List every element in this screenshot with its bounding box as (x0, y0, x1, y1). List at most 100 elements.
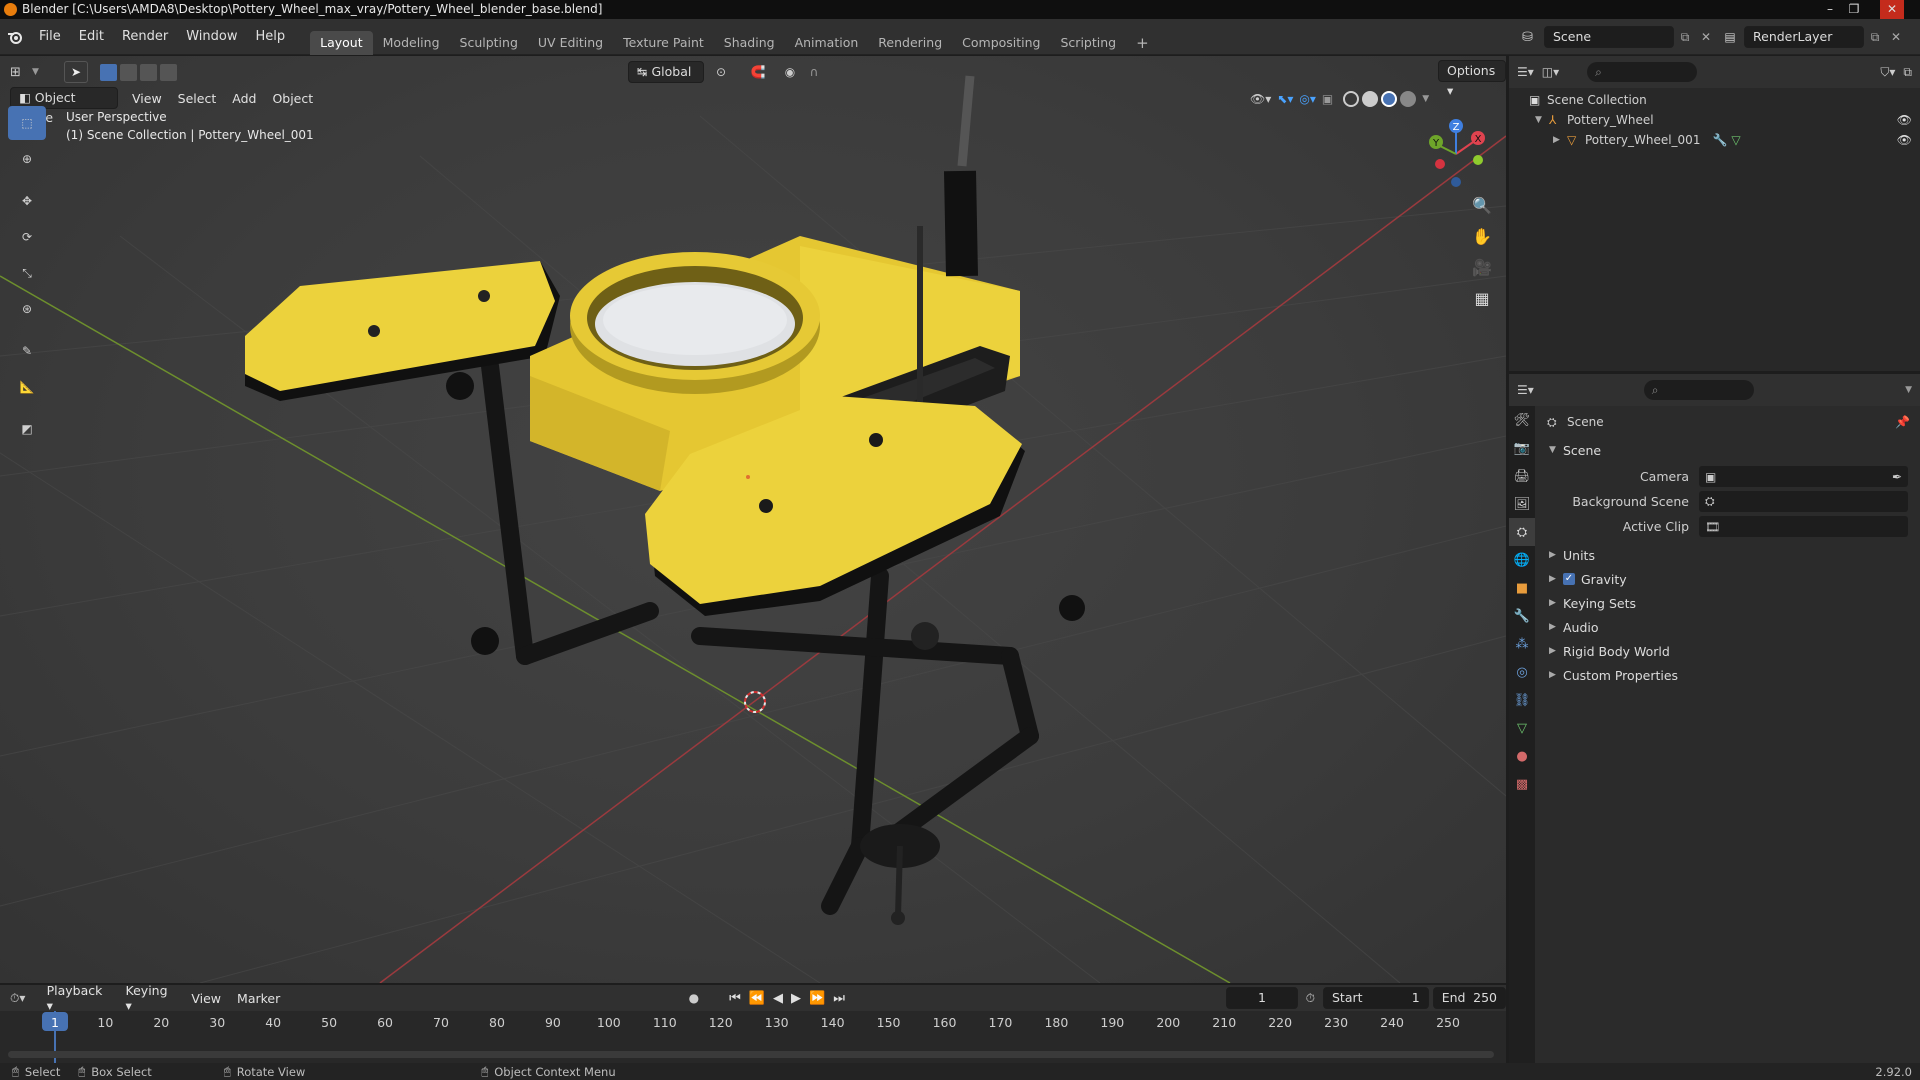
visibility-icon[interactable]: 👁▾ (1250, 92, 1271, 106)
tab-rendering[interactable]: Rendering (868, 31, 952, 55)
new-layer-icon[interactable]: ⧉ (1864, 30, 1886, 45)
xray-toggle-icon[interactable]: ▣ (1322, 92, 1333, 106)
modifier-tab-icon[interactable]: 🔧 (1509, 602, 1535, 630)
delete-scene-icon[interactable]: ✕ (1696, 30, 1716, 44)
gravity-checkbox[interactable]: ✓ (1563, 573, 1575, 585)
tab-scripting[interactable]: Scripting (1051, 31, 1127, 55)
expand-right-icon[interactable]: ▶ (1553, 135, 1567, 145)
material-preview-icon[interactable] (1381, 91, 1398, 107)
annotate-tool-icon[interactable]: ✎ (8, 334, 46, 368)
blender-menu-icon[interactable] (0, 19, 30, 55)
properties-editor-icon[interactable]: ☰▾ (1517, 383, 1534, 397)
add-cube-tool-icon[interactable]: ◩ (8, 412, 46, 446)
audio-panel-header[interactable]: ▶ Audio (1539, 615, 1920, 639)
3d-viewport[interactable]: ⊞ ▼ ➤ ↹ Global ⊙ 🧲 ◉ ∩ Options ▾ ◧ Objec… (0, 56, 1506, 983)
menu-view[interactable]: View (124, 91, 170, 106)
scene-panel-header[interactable]: ▼ Scene (1539, 438, 1920, 462)
view-layer-tab-icon[interactable]: 🖼 (1509, 490, 1535, 518)
camera-view-icon[interactable]: 🎥 (1467, 252, 1497, 282)
scene-selector-icon[interactable]: ⛁ (1522, 30, 1544, 45)
active-clip-field[interactable]: 🎞 (1699, 516, 1908, 537)
world-tab-icon[interactable]: 🌐 (1509, 546, 1535, 574)
menu-file[interactable]: File (30, 19, 70, 55)
visibility-eye-icon[interactable]: 👁 (1897, 113, 1912, 127)
tab-uv-editing[interactable]: UV Editing (528, 31, 613, 55)
select-box-tool-icon[interactable]: ⬚ (8, 106, 46, 140)
data-tab-icon[interactable]: ▽ (1509, 714, 1535, 742)
transform-orientation-dropdown[interactable]: ↹ Global (628, 61, 704, 83)
properties-search-input[interactable]: ⌕ (1643, 380, 1754, 400)
tab-compositing[interactable]: Compositing (952, 31, 1050, 55)
solid-shading-icon[interactable] (1362, 91, 1379, 107)
proportional-edit-icon[interactable]: ◉ (778, 65, 802, 79)
pin-icon[interactable]: 📌 (1895, 415, 1910, 429)
menu-window[interactable]: Window (177, 19, 246, 55)
outliner-item-pottery-wheel-001[interactable]: ▶ ▽ Pottery_Wheel_001 🔧 ▽ 👁 (1509, 130, 1920, 150)
falloff-icon[interactable]: ∩ (802, 65, 826, 79)
select-mode-icon[interactable]: ➤ (64, 61, 88, 83)
navigation-gizmo[interactable]: X Z Y (1420, 114, 1492, 194)
physics-tab-icon[interactable]: ◎ (1509, 658, 1535, 686)
select-subtract-icon[interactable] (140, 63, 157, 81)
menu-help[interactable]: Help (247, 19, 295, 55)
select-intersect-icon[interactable] (160, 63, 177, 81)
delete-layer-icon[interactable]: ✕ (1886, 30, 1906, 44)
options-dropdown[interactable]: Options ▾ (1438, 60, 1506, 98)
menu-edit[interactable]: Edit (70, 19, 113, 55)
chevron-down-icon[interactable]: ▼ (32, 67, 50, 77)
render-tab-icon[interactable]: 📷 (1509, 434, 1535, 462)
chevron-down-icon[interactable]: ▼ (1905, 385, 1912, 395)
timeline-scrollbar[interactable] (8, 1051, 1494, 1058)
outliner-editor-icon[interactable]: ☰▾ (1517, 65, 1534, 79)
menu-object[interactable]: Object (264, 91, 321, 106)
measure-tool-icon[interactable]: 📐 (8, 370, 46, 404)
tab-sculpting[interactable]: Sculpting (450, 31, 528, 55)
shading-options-chevron-icon[interactable]: ▼ (1422, 94, 1429, 104)
editor-type-icon[interactable]: ⊞ (10, 65, 32, 80)
filter-icon[interactable]: ⛉▾ (1880, 65, 1895, 80)
menu-select[interactable]: Select (170, 91, 225, 106)
tab-modeling[interactable]: Modeling (373, 31, 450, 55)
custom-properties-panel-header[interactable]: ▶ Custom Properties (1539, 663, 1920, 687)
add-workspace-button[interactable]: + (1126, 31, 1159, 55)
tab-layout[interactable]: Layout (310, 30, 373, 55)
rigid-body-world-panel-header[interactable]: ▶ Rigid Body World (1539, 639, 1920, 663)
snap-icon[interactable]: 🧲 (738, 65, 778, 79)
background-scene-field[interactable]: ⛭ (1699, 491, 1908, 512)
select-extend-icon[interactable] (120, 63, 137, 81)
modifier-wrench-icon[interactable]: 🔧 (1712, 133, 1727, 147)
scene-tab-icon[interactable]: ⛭ (1509, 518, 1535, 546)
timeline-ruler[interactable]: 1 10 20 30 40 50 60 70 80 90 100 110 120 130 140 150 160… (0, 985, 1506, 1063)
new-scene-icon[interactable]: ⧉ (1674, 30, 1696, 45)
scale-tool-icon[interactable]: ⤡ (8, 256, 46, 290)
close-button[interactable]: ✕ (1880, 0, 1904, 19)
texture-tab-icon[interactable]: ▩ (1509, 770, 1535, 798)
render-layer-field[interactable]: RenderLayer (1744, 26, 1864, 48)
transform-tool-icon[interactable]: ⊛ (8, 292, 46, 326)
keying-sets-panel-header[interactable]: ▶ Keying Sets (1539, 591, 1920, 615)
outliner-search-input[interactable]: ⌕ (1587, 62, 1698, 82)
display-mode-icon[interactable]: ◫▾ (1542, 65, 1559, 79)
maximize-button[interactable]: ❐ (1842, 0, 1866, 19)
cursor-tool-icon[interactable]: ⊕ (8, 142, 46, 176)
outliner-root-row[interactable]: ▣ Scene Collection (1509, 90, 1920, 110)
pan-hand-icon[interactable]: ✋ (1467, 221, 1497, 251)
tab-shading[interactable]: Shading (714, 31, 785, 55)
expand-down-icon[interactable]: ▼ (1535, 115, 1549, 125)
tab-texture-paint[interactable]: Texture Paint (613, 31, 714, 55)
select-new-icon[interactable] (100, 63, 117, 81)
rendered-shading-icon[interactable] (1400, 91, 1417, 107)
rotate-tool-icon[interactable]: ⟳ (8, 220, 46, 254)
units-panel-header[interactable]: ▶ Units (1539, 543, 1920, 567)
menu-render[interactable]: Render (113, 19, 177, 55)
mesh-data-icon[interactable]: ▽ (1731, 133, 1740, 147)
pivot-point-icon[interactable]: ⊙ (704, 65, 738, 79)
perspective-toggle-icon[interactable]: ▦ (1467, 283, 1497, 313)
constraints-tab-icon[interactable]: ⛓ (1509, 686, 1535, 714)
move-tool-icon[interactable]: ✥ (8, 184, 46, 218)
visibility-eye-icon[interactable]: 👁 (1897, 133, 1912, 147)
gizmo-toggle-icon[interactable]: ⬉▾ (1277, 92, 1293, 106)
wireframe-shading-icon[interactable] (1343, 91, 1360, 107)
camera-field[interactable]: ▣ ✒ (1699, 466, 1908, 487)
zoom-icon[interactable]: 🔍 (1467, 190, 1497, 220)
